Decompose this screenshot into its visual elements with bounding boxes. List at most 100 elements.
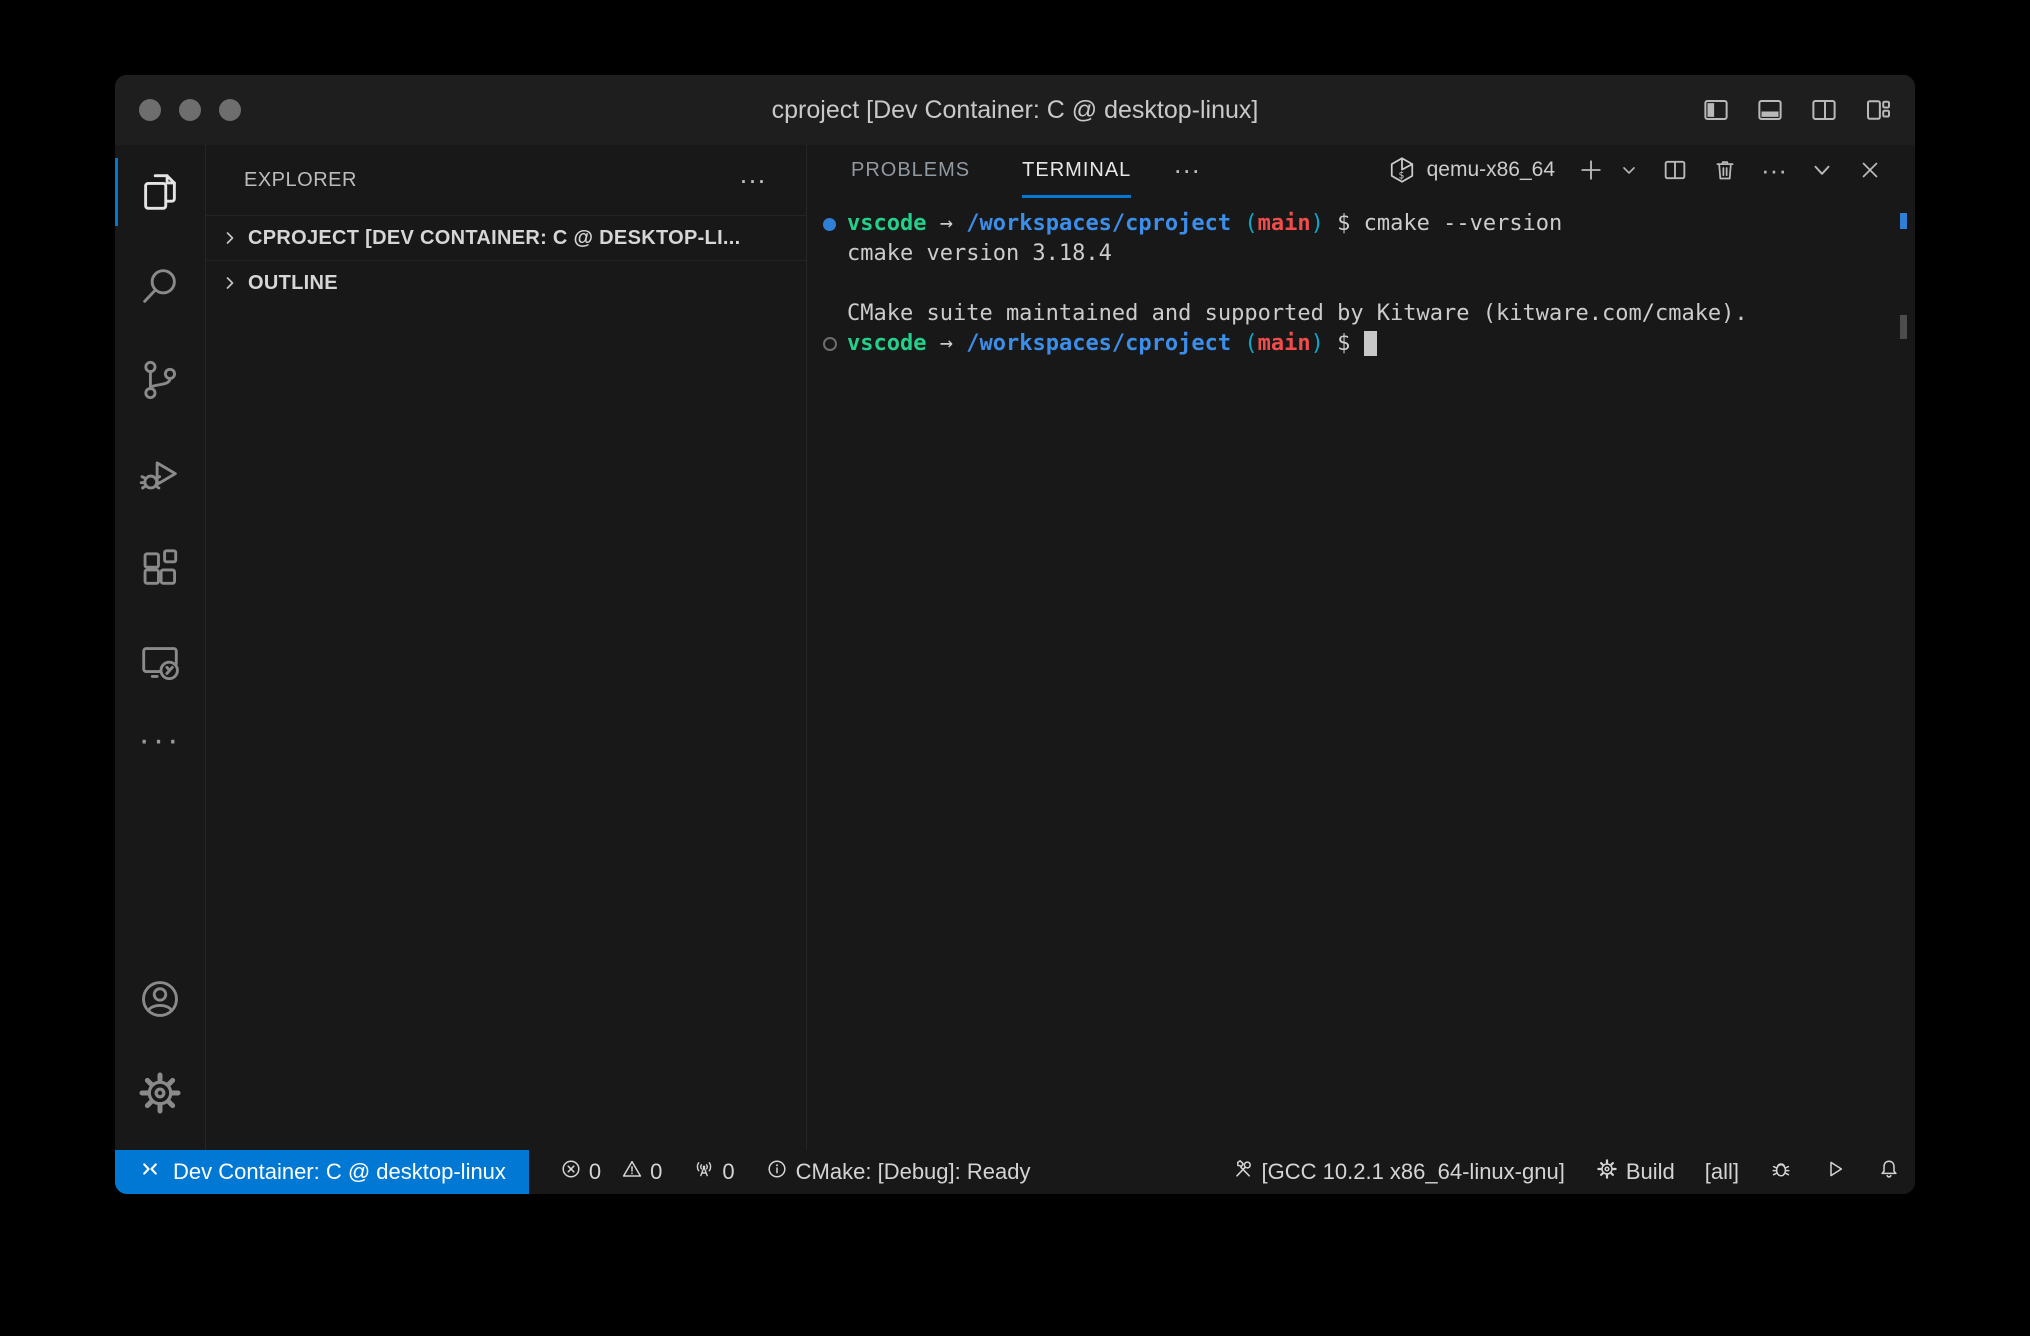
terminal-actions: $ qemu-x86_64 <box>1387 155 1915 186</box>
tools-icon <box>1231 1157 1255 1187</box>
terminal-scrollbar-thumb[interactable] <box>1900 315 1907 339</box>
cmake-status[interactable]: CMake: [Debug]: Ready <box>765 1157 1031 1187</box>
warning-count: 0 <box>650 1159 662 1185</box>
terminal-tab-selector[interactable]: $ qemu-x86_64 <box>1387 155 1555 185</box>
source-control-icon <box>137 357 183 403</box>
vscode-window: cproject [Dev Container: C @ desktop-lin… <box>115 75 1915 1194</box>
notifications-bell[interactable] <box>1877 1157 1901 1187</box>
status-right: [GCC 10.2.1 x86_64-linux-gnu] Build <box>1231 1157 1915 1187</box>
radio-tower-icon <box>692 1157 716 1187</box>
svg-text:$: $ <box>1398 170 1404 181</box>
status-bar: Dev Container: C @ desktop-linux 0 0 <box>115 1150 1915 1194</box>
terminal-profile-icon: $ <box>1387 155 1417 185</box>
cmake-build-target[interactable]: [all] <box>1705 1159 1739 1185</box>
kill-terminal-icon[interactable] <box>1711 156 1739 184</box>
bug-icon <box>1769 1157 1793 1187</box>
window-title: cproject [Dev Container: C @ desktop-lin… <box>115 75 1915 145</box>
titlebar-actions <box>1701 75 1893 145</box>
extensions-icon <box>137 545 183 591</box>
cmake-launch-button[interactable] <box>1823 1157 1847 1187</box>
search-icon <box>137 263 183 309</box>
scrollbar-command-marker <box>1900 213 1907 229</box>
run-debug-icon <box>137 451 183 497</box>
terminal-output: vscode → /workspaces/cproject (main) $ c… <box>807 195 1915 1150</box>
terminal-profile-dropdown-icon[interactable] <box>1619 160 1639 180</box>
toggle-panel-icon[interactable] <box>1755 95 1785 125</box>
remote-indicator[interactable]: Dev Container: C @ desktop-linux <box>115 1150 529 1194</box>
minimize-window-button[interactable] <box>179 99 201 121</box>
zoom-window-button[interactable] <box>219 99 241 121</box>
forwarded-ports-count: 0 <box>722 1159 734 1185</box>
titlebar: cproject [Dev Container: C @ desktop-lin… <box>115 75 1915 146</box>
panel-chevron-down-icon[interactable] <box>1809 157 1835 183</box>
cmake-build-button[interactable]: Build <box>1595 1157 1675 1187</box>
terminal-line: CMake suite maintained and supported by … <box>807 299 1915 329</box>
tab-problems[interactable]: PROBLEMS <box>851 142 970 198</box>
toggle-secondary-sidebar-icon[interactable] <box>1809 95 1839 125</box>
prompt-user: vscode <box>847 331 926 356</box>
error-icon <box>559 1157 583 1187</box>
terminal-line-empty <box>807 269 1915 299</box>
remote-icon <box>138 1157 162 1187</box>
activity-accounts[interactable] <box>115 952 205 1046</box>
panel-more-tabs-icon[interactable]: ··· <box>1173 155 1200 186</box>
close-panel-icon[interactable] <box>1857 157 1883 183</box>
activity-extensions[interactable] <box>115 521 205 615</box>
git-branch: main <box>1258 331 1311 356</box>
desktop-background: cproject [Dev Container: C @ desktop-lin… <box>0 0 2030 1336</box>
section-workspace[interactable]: CPROJECT [DEV CONTAINER: C @ DESKTOP-LI.… <box>206 215 806 260</box>
build-target-label: [all] <box>1705 1159 1739 1185</box>
prompt-user: vscode <box>847 211 926 236</box>
sidebar-header: EXPLORER ··· <box>206 145 806 215</box>
error-count: 0 <box>589 1159 601 1185</box>
prompt-path: /workspaces/cproject <box>966 331 1231 356</box>
workbench: ··· <box>115 145 1915 1150</box>
cmake-kit-label: [GCC 10.2.1 x86_64-linux-gnu] <box>1262 1159 1565 1185</box>
output-text: CMake suite maintained and supported by … <box>847 301 1748 326</box>
split-terminal-icon[interactable] <box>1661 156 1689 184</box>
activity-bar: ··· <box>115 145 206 1150</box>
play-icon <box>1823 1157 1847 1187</box>
warning-icon <box>620 1157 644 1187</box>
info-icon <box>765 1157 789 1187</box>
command-decoration-placeholder-icon <box>807 329 847 359</box>
customize-layout-icon[interactable] <box>1863 95 1893 125</box>
git-branch: main <box>1258 211 1311 236</box>
terminal-line: vscode → /workspaces/cproject (main) $ <box>807 329 1915 359</box>
output-text: cmake version 3.18.4 <box>847 241 1112 266</box>
bottom-panel: PROBLEMS TERMINAL ··· $ qemu-x86_64 <box>807 145 1915 1150</box>
build-label: Build <box>1626 1159 1675 1185</box>
toggle-primary-sidebar-icon[interactable] <box>1701 95 1731 125</box>
traffic-lights <box>139 75 241 145</box>
command-decoration-success-icon[interactable] <box>807 209 847 239</box>
terminal-line: cmake version 3.18.4 <box>807 239 1915 269</box>
terminal-cursor <box>1364 331 1377 356</box>
settings-gear-icon <box>137 1070 183 1116</box>
terminal-name: qemu-x86_64 <box>1427 158 1555 182</box>
activity-search[interactable] <box>115 239 205 333</box>
activity-source-control[interactable] <box>115 333 205 427</box>
bell-icon <box>1877 1157 1901 1187</box>
activity-more[interactable]: ··· <box>115 709 205 771</box>
files-icon <box>137 169 183 215</box>
activity-run-debug[interactable] <box>115 427 205 521</box>
tab-terminal[interactable]: TERMINAL <box>1022 142 1131 198</box>
section-outline[interactable]: OUTLINE <box>206 260 806 305</box>
activity-explorer[interactable] <box>115 145 205 239</box>
section-workspace-label: CPROJECT [DEV CONTAINER: C @ DESKTOP-LI.… <box>248 227 741 250</box>
close-window-button[interactable] <box>139 99 161 121</box>
more-icon: ··· <box>139 721 182 760</box>
sidebar-more-actions-icon[interactable]: ··· <box>739 170 766 190</box>
activity-remote-explorer[interactable] <box>115 615 205 709</box>
panel-tabbar: PROBLEMS TERMINAL ··· $ qemu-x86_64 <box>807 145 1915 195</box>
new-terminal-icon[interactable] <box>1577 156 1605 184</box>
cmake-kit[interactable]: [GCC 10.2.1 x86_64-linux-gnu] <box>1231 1157 1565 1187</box>
cmake-debug-button[interactable] <box>1769 1157 1793 1187</box>
problems-status[interactable]: 0 0 <box>559 1157 663 1187</box>
activity-settings[interactable] <box>115 1046 205 1140</box>
remote-explorer-icon <box>137 639 183 685</box>
ports-status[interactable]: 0 <box>692 1157 734 1187</box>
prompt-path: /workspaces/cproject <box>966 211 1231 236</box>
terminal-more-actions-icon[interactable]: ··· <box>1761 155 1787 186</box>
chevron-right-icon <box>220 273 240 293</box>
